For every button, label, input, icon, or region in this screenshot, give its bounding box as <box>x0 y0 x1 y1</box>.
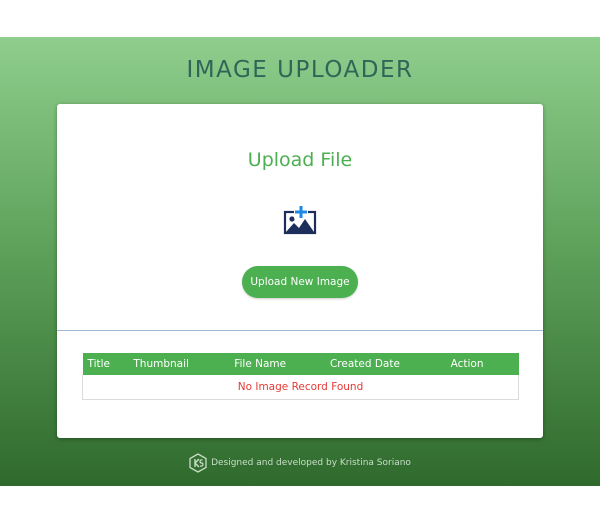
table-row: No Image Record Found <box>82 375 519 400</box>
images-table-wrapper: Title Thumbnail File Name Created Date A… <box>82 353 519 400</box>
add-image-icon <box>283 205 317 235</box>
ks-logo-icon <box>189 453 207 473</box>
images-table: Title Thumbnail File Name Created Date A… <box>82 353 519 400</box>
column-header-action: Action <box>450 358 484 370</box>
empty-table-message: No Image Record Found <box>82 375 519 400</box>
upload-new-image-button[interactable]: Upload New Image <box>242 266 358 298</box>
column-header-created-date: Created Date <box>329 358 400 370</box>
footer: Designed and developed by Kristina Soria… <box>0 452 600 474</box>
section-divider <box>57 330 543 331</box>
column-header-file-name: File Name <box>234 358 287 370</box>
upload-card: Upload File Upload New Image Title Thumb… <box>57 104 543 438</box>
table-header-row: Title Thumbnail File Name Created Date A… <box>82 353 519 375</box>
column-header-thumbnail: Thumbnail <box>133 358 189 370</box>
upload-heading: Upload File <box>247 149 353 171</box>
app-title: IMAGE UPLOADER <box>186 57 414 83</box>
footer-credit: Designed and developed by Kristina Soria… <box>211 458 411 468</box>
column-header-title: Title <box>87 358 111 370</box>
